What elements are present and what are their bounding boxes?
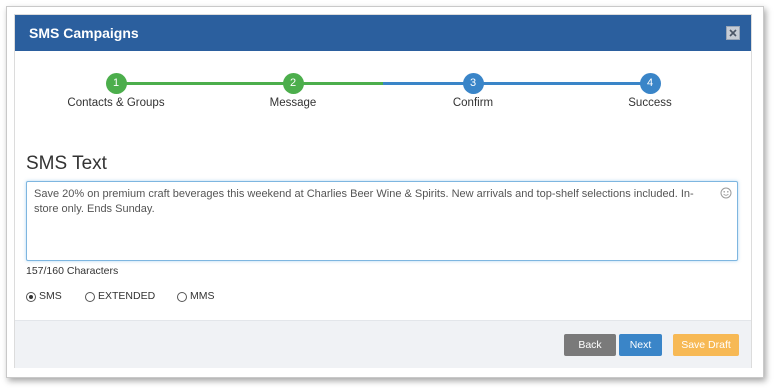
smiley-icon[interactable] bbox=[720, 187, 732, 204]
radio-indicator bbox=[177, 292, 187, 302]
close-icon bbox=[729, 29, 737, 37]
step-number: 4 bbox=[639, 73, 661, 94]
step-number: 2 bbox=[282, 73, 304, 94]
step-message[interactable]: 2 Message bbox=[213, 73, 373, 109]
character-count: 157/160 Characters bbox=[26, 265, 119, 277]
progress-stepper: 1 Contacts & Groups 2 Message 3 Confirm … bbox=[15, 73, 751, 113]
smiley-icon-glyph bbox=[720, 187, 732, 199]
step-label: Confirm bbox=[452, 97, 494, 109]
step-contacts-groups[interactable]: 1 Contacts & Groups bbox=[36, 73, 196, 109]
message-type-radio-group: SMS EXTENDED MMS bbox=[26, 290, 426, 304]
sms-message-text: Save 20% on premium craft beverages this… bbox=[34, 188, 694, 215]
save-draft-button[interactable]: Save Draft bbox=[673, 334, 739, 356]
modal-header: SMS Campaigns bbox=[15, 15, 751, 51]
radio-indicator bbox=[85, 292, 95, 302]
step-label: Contacts & Groups bbox=[67, 97, 165, 109]
sms-text-heading: SMS Text bbox=[26, 153, 107, 174]
sms-message-textarea[interactable]: Save 20% on premium craft beverages this… bbox=[26, 181, 738, 261]
step-label: Success bbox=[628, 97, 672, 109]
radio-label: MMS bbox=[190, 290, 215, 302]
back-button[interactable]: Back bbox=[564, 334, 616, 356]
next-button[interactable]: Next bbox=[619, 334, 662, 356]
modal-title: SMS Campaigns bbox=[29, 25, 139, 41]
step-confirm[interactable]: 3 Confirm bbox=[393, 73, 553, 109]
step-label: Message bbox=[269, 97, 317, 109]
radio-selected-indicator bbox=[26, 292, 36, 302]
sms-campaigns-modal: SMS Campaigns 1 Contacts & Groups 2 Mess… bbox=[14, 14, 752, 368]
radio-label: EXTENDED bbox=[98, 290, 156, 302]
modal-footer: Back Next Save Draft bbox=[15, 320, 751, 368]
step-success[interactable]: 4 Success bbox=[570, 73, 730, 109]
step-number: 3 bbox=[462, 73, 484, 94]
close-button[interactable] bbox=[726, 26, 740, 40]
step-number: 1 bbox=[105, 73, 127, 94]
radio-label: SMS bbox=[39, 290, 62, 302]
